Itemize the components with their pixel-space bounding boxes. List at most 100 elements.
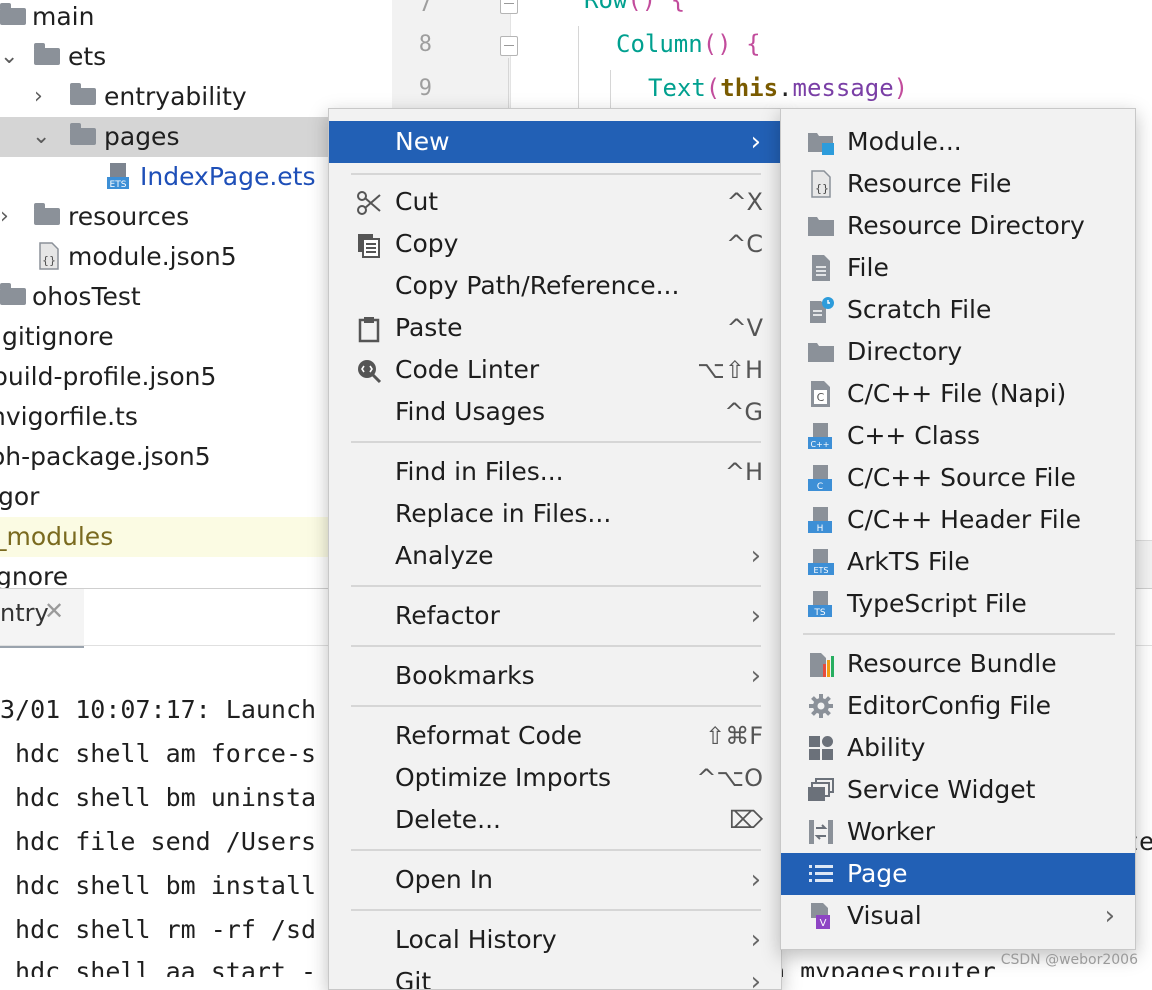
new-submenu: Module... {} Resource File Resource Dire… (780, 108, 1136, 950)
menu-item-refactor[interactable]: Refactor › (329, 595, 781, 637)
submenu-item-worker[interactable]: Worker (781, 811, 1135, 853)
typescript-file-icon: TS (808, 591, 832, 618)
worker-icon (809, 820, 833, 844)
submenu-item-editorconfig[interactable]: EditorConfig File (781, 685, 1135, 727)
menu-item-copy[interactable]: Copy ^C (329, 223, 781, 265)
console-line: hdc shell rm -rf /sd (0, 915, 317, 944)
tree-item-label: gor (0, 482, 40, 511)
chevron-down-icon[interactable]: ⌄ (0, 42, 18, 72)
console-line: 3/01 10:07:17: Launch (0, 695, 317, 724)
submenu-item-ability[interactable]: Ability (781, 727, 1135, 769)
code-linter-icon (358, 360, 382, 384)
tree-item-ets[interactable]: ⌄ ets (0, 37, 392, 77)
menu-item-find-in-files[interactable]: Find in Files... ^H (329, 451, 781, 493)
file-icon (812, 255, 830, 281)
code-line-8: Column() { (616, 30, 761, 58)
submenu-item-service-widget[interactable]: Service Widget (781, 769, 1135, 811)
indent-guide (508, 58, 509, 108)
line-number: 7 (418, 0, 432, 17)
svg-text:V: V (820, 918, 827, 929)
tree-item-label: _modules (0, 522, 114, 551)
chevron-right-icon[interactable]: › (0, 202, 9, 232)
menu-item-reformat-code[interactable]: Reformat Code ⇧⌘F (329, 715, 781, 757)
gear-icon (809, 694, 833, 718)
run-tab[interactable]: ntry ✕ (0, 589, 84, 648)
console-line: hdc file send /Users (0, 827, 317, 856)
menu-separator (351, 645, 761, 647)
submenu-item-directory[interactable]: Directory (781, 331, 1135, 373)
run-tab-label: ntry (0, 599, 49, 627)
ets-file-icon: ETS (107, 163, 129, 190)
chevron-right-icon[interactable]: › (34, 82, 43, 112)
resource-file-icon: {} (811, 170, 831, 198)
submenu-item-typescript-file[interactable]: TS TypeScript File (781, 583, 1135, 625)
line-number: 9 (418, 76, 432, 101)
folder-icon (808, 217, 834, 236)
submenu-item-cpp-class[interactable]: C++ C++ Class (781, 415, 1135, 457)
context-menu: New › Cut ^X Copy ^C Copy Path/Reference… (328, 108, 782, 990)
tree-item-label: entryability (104, 82, 247, 111)
fold-marker-icon[interactable] (500, 36, 518, 56)
menu-item-open-in[interactable]: Open In › (329, 859, 781, 901)
console-line: hdc shell bm uninsta (0, 783, 317, 812)
menu-item-new[interactable]: New › (329, 121, 781, 163)
tree-item-label: gnore (0, 562, 69, 588)
chevron-down-icon[interactable]: ⌄ (32, 122, 50, 152)
console-line-tail: a mypagesrouter (770, 957, 996, 977)
submenu-item-file[interactable]: File (781, 247, 1135, 289)
menu-item-paste[interactable]: Paste ^V (329, 307, 781, 349)
menu-separator (351, 849, 761, 851)
page-list-icon (809, 865, 833, 882)
scratch-file-icon (810, 297, 834, 323)
console-line: hdc shell aa start - (0, 957, 317, 977)
menu-separator (351, 173, 761, 175)
folder-icon (34, 203, 60, 225)
folder-icon (70, 83, 96, 105)
menu-item-code-linter[interactable]: Code Linter ⌥⇧H (329, 349, 781, 391)
menu-item-bookmarks[interactable]: Bookmarks › (329, 655, 781, 697)
submenu-item-resource-directory[interactable]: Resource Directory (781, 205, 1135, 247)
svg-text:{}: {} (42, 254, 56, 267)
svg-text:H: H (817, 524, 824, 534)
service-widget-icon (808, 778, 834, 801)
fold-marker-icon[interactable] (500, 0, 518, 14)
menu-item-delete[interactable]: Delete... ⌦ (329, 799, 781, 841)
submenu-item-module[interactable]: Module... (781, 121, 1135, 163)
arkts-file-icon: ETS (808, 549, 834, 575)
menu-item-local-history[interactable]: Local History › (329, 919, 781, 961)
menu-item-replace-in-files[interactable]: Replace in Files... (329, 493, 781, 535)
submenu-item-visual[interactable]: V Visual › (781, 895, 1135, 937)
line-number: 8 (418, 32, 432, 57)
svg-text:ETS: ETS (813, 566, 828, 575)
tree-item-label: .gitignore (0, 322, 114, 351)
menu-item-cut[interactable]: Cut ^X (329, 181, 781, 223)
menu-separator (351, 909, 761, 911)
menu-separator (351, 585, 761, 587)
cpp-class-icon: C++ (808, 423, 832, 449)
watermark: CSDN @webor2006 (1000, 952, 1138, 968)
code-line-7: Row() { (584, 0, 686, 14)
folder-icon (34, 43, 60, 65)
scissors-icon (357, 191, 381, 215)
svg-text:C++: C++ (811, 440, 830, 449)
submenu-item-c-napi-file[interactable]: C C/C++ File (Napi) (781, 373, 1135, 415)
close-icon[interactable]: ✕ (44, 597, 64, 625)
submenu-item-c-source-file[interactable]: C C/C++ Source File (781, 457, 1135, 499)
svg-text:C: C (817, 391, 825, 404)
menu-item-analyze[interactable]: Analyze › (329, 535, 781, 577)
visual-icon: V (811, 903, 830, 929)
console-line: hdc shell bm install (0, 871, 317, 900)
submenu-item-scratch-file[interactable]: Scratch File (781, 289, 1135, 331)
submenu-item-page[interactable]: Page (781, 853, 1135, 895)
tree-item-label: resources (68, 202, 190, 231)
submenu-item-resource-file[interactable]: {} Resource File (781, 163, 1135, 205)
tree-item-label: ets (68, 42, 107, 71)
submenu-item-resource-bundle[interactable]: Resource Bundle (781, 643, 1135, 685)
tree-item-label: build-profile.json5 (0, 362, 217, 391)
tree-item-main[interactable]: main (0, 0, 392, 37)
menu-item-copy-path[interactable]: Copy Path/Reference... (329, 265, 781, 307)
menu-item-optimize-imports[interactable]: Optimize Imports ^⌥O (329, 757, 781, 799)
submenu-item-arkts-file[interactable]: ETS ArkTS File (781, 541, 1135, 583)
menu-item-find-usages[interactable]: Find Usages ^G (329, 391, 781, 433)
submenu-item-c-header-file[interactable]: H C/C++ Header File (781, 499, 1135, 541)
